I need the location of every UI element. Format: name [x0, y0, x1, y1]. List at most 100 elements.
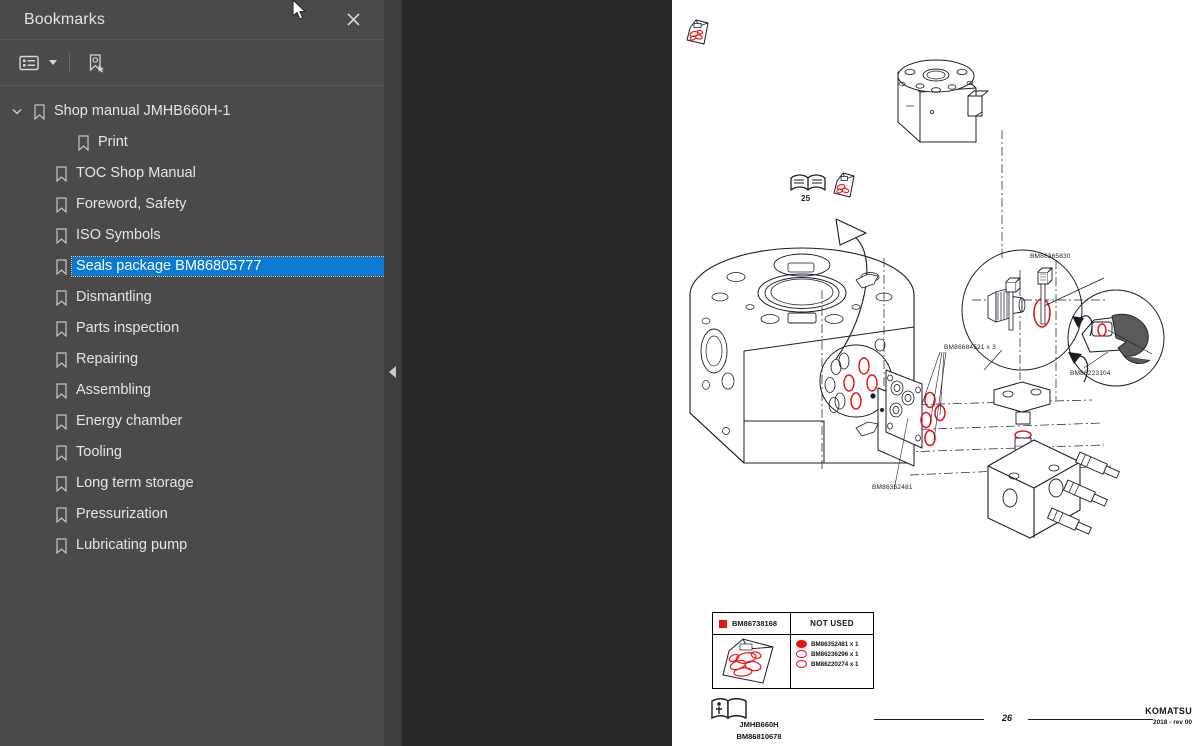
bookmark-item[interactable]: TOC Shop Manual	[0, 158, 384, 189]
expand-chevron-placeholder	[28, 251, 50, 282]
collapse-panel-arrow-icon[interactable]	[389, 366, 396, 378]
bookmark-item[interactable]: Tooling	[0, 437, 384, 468]
new-bookmark-button[interactable]	[79, 48, 113, 78]
oring-icon	[796, 650, 807, 658]
expand-chevron-placeholder	[28, 344, 50, 375]
legend-not-used-cell: NOT USED BM86352481 x 1 BM86236296 x 1 BM8…	[791, 613, 873, 673]
pdf-viewer-area[interactable]: BM86365830 BM86684521 x 3 BM86223104 BM8…	[402, 0, 1200, 746]
bookmark-icon	[72, 127, 94, 158]
bookmark-icon	[50, 344, 72, 375]
bookmark-item[interactable]: Print	[0, 127, 384, 158]
bookmark-item[interactable]: Energy chamber	[0, 406, 384, 437]
legend-row: BM86236296 x 1	[791, 649, 873, 659]
bookmarks-toolbar	[0, 40, 384, 86]
expand-chevron-placeholder	[28, 313, 50, 344]
bookmark-item[interactable]: Dismantling	[0, 282, 384, 313]
legend-row: BM86220274 x 1	[791, 659, 873, 669]
bookmark-item-label: Lubricating pump	[76, 536, 188, 553]
bookmarks-panel-header: Bookmarks	[0, 0, 384, 40]
expand-chevron-down-icon[interactable]	[6, 96, 28, 127]
bookmark-icon	[50, 499, 72, 530]
legend-rows: BM86352481 x 1 BM86236296 x 1 BM86220274 x…	[791, 635, 873, 673]
revision-text: 2018 - rev 00	[1152, 719, 1192, 726]
bookmark-icon	[50, 158, 72, 189]
bookmark-item-label: Tooling	[76, 443, 122, 460]
bookmark-item[interactable]: Assembling	[0, 375, 384, 406]
expand-chevron-placeholder	[28, 530, 50, 561]
footer-doc-code: BM86810678	[736, 732, 782, 741]
list-options-icon	[19, 55, 39, 70]
bookmark-item-label: Foreword, Safety	[76, 195, 187, 212]
bookmark-item-label: Pressurization	[76, 505, 168, 522]
legend-part-number: BM86220274 x 1	[811, 660, 859, 668]
panel-splitter[interactable]	[384, 0, 402, 746]
bookmarks-list[interactable]: Shop manual JMHB660H-1 Print TOC Shop Manu…	[0, 86, 384, 746]
bookmark-item-label: Long term storage	[76, 474, 194, 491]
bookmark-item-label: ISO Symbols	[76, 226, 161, 243]
callout-label: BM86223104	[1070, 370, 1111, 377]
bookmark-icon	[50, 468, 72, 499]
manual-reference-number: 25	[801, 194, 811, 203]
bookmark-item[interactable]: Pressurization	[0, 499, 384, 530]
bookmark-item[interactable]: Repairing	[0, 344, 384, 375]
expand-chevron-placeholder	[28, 158, 50, 189]
callout-label: BM86684521 x 3	[944, 344, 996, 351]
bookmark-item-label: Repairing	[76, 350, 139, 367]
legend-part-number: BM86236296 x 1	[811, 650, 859, 658]
bookmark-item[interactable]: Shop manual JMHB660H-1	[0, 96, 384, 127]
bookmark-item[interactable]: Seals package BM86805777	[0, 251, 384, 282]
close-panel-button[interactable]	[338, 5, 368, 35]
page-number: 26	[1001, 713, 1012, 723]
brand-name: KOMATSU	[1145, 706, 1192, 716]
bookmark-icon	[50, 282, 72, 313]
expand-chevron-placeholder	[28, 375, 50, 406]
expand-chevron-placeholder	[28, 220, 50, 251]
legend-bag-illustration	[713, 635, 790, 688]
oring-icon	[796, 640, 807, 648]
seal-kit-legend: BM86738168 NOT USED BM86352481 x 1 BM862…	[712, 612, 874, 689]
pdf-page: BM86365830 BM86684521 x 3 BM86223104 BM8…	[672, 0, 1200, 746]
page-footer: JMHB660H BM86810678 26 KOMATSU 2018 - re…	[672, 695, 1200, 746]
bookmark-item[interactable]: Foreword, Safety	[0, 189, 384, 220]
bookmark-options-button[interactable]	[12, 48, 46, 78]
bookmark-item[interactable]: Long term storage	[0, 468, 384, 499]
bookmark-icon	[28, 96, 50, 127]
kit-part-number: BM86738168	[732, 619, 778, 628]
bookmark-item-label: Dismantling	[76, 288, 152, 305]
footer-rule-right	[1028, 719, 1153, 720]
close-icon	[346, 13, 360, 26]
expand-chevron-placeholder	[28, 189, 50, 220]
bookmark-icon	[50, 530, 72, 561]
bookmark-icon	[50, 375, 72, 406]
bookmark-icon	[50, 220, 72, 251]
not-used-header: NOT USED	[810, 619, 854, 628]
expand-chevron-placeholder	[28, 282, 50, 313]
bookmark-item-label: Seals package BM86805777	[70, 255, 384, 278]
legend-row: BM86352481 x 1	[791, 639, 873, 649]
bookmark-options-dropdown[interactable]	[46, 48, 60, 78]
callout-label: BM86352481	[872, 484, 913, 491]
bookmark-item[interactable]: ISO Symbols	[0, 220, 384, 251]
expand-chevron-placeholder	[28, 499, 50, 530]
bookmark-icon	[50, 189, 72, 220]
legend-part-number: BM86352481 x 1	[811, 640, 859, 648]
panel-title: Bookmarks	[24, 10, 105, 28]
bookmark-item-label: TOC Shop Manual	[76, 164, 196, 181]
expand-chevron-placeholder	[50, 127, 72, 158]
bookmark-item[interactable]: Parts inspection	[0, 313, 384, 344]
new-bookmark-icon	[89, 53, 104, 73]
bookmarks-panel: Bookmarks Shop manual JMHB660H-1 Print T…	[0, 0, 384, 746]
footer-model: JMHB660H	[739, 720, 779, 729]
bookmark-icon	[50, 406, 72, 437]
legend-kit-cell: BM86738168	[713, 613, 791, 688]
bookmark-item-label: Energy chamber	[76, 412, 183, 429]
bookmark-item-label: Shop manual JMHB660H-1	[54, 102, 231, 119]
bookmark-icon	[50, 437, 72, 468]
seal-bag-icon	[722, 638, 774, 684]
bookmark-item-label: Assembling	[76, 381, 151, 398]
chevron-down-icon	[49, 60, 57, 65]
expand-chevron-placeholder	[28, 437, 50, 468]
bookmark-item-label: Print	[98, 133, 128, 150]
bookmark-item[interactable]: Lubricating pump	[0, 530, 384, 561]
expand-chevron-placeholder	[28, 406, 50, 437]
